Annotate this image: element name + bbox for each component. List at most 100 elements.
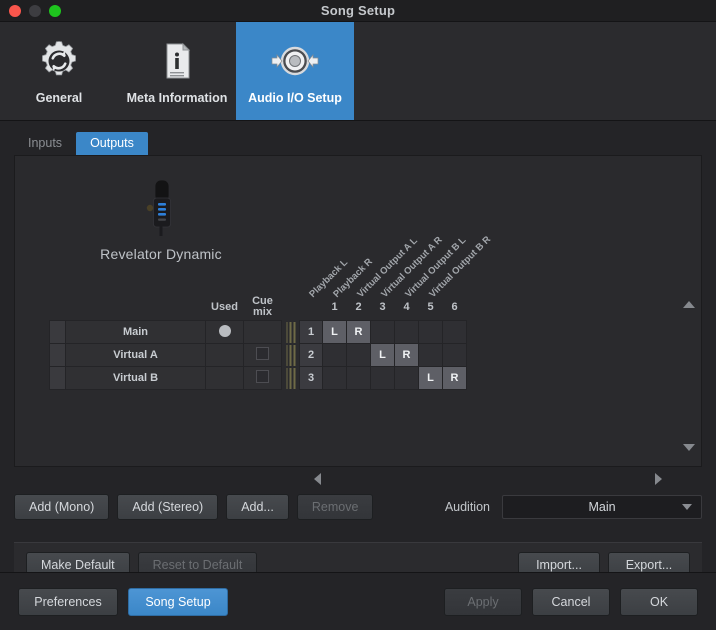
bus-number-virtual-a: 2 (299, 343, 323, 367)
audition-dropdown[interactable]: Main (502, 495, 702, 519)
toolbar-item-audio-io-setup[interactable]: Audio I/O Setup (236, 22, 354, 120)
content-body: Inputs Outputs Revelator Dynamic Playbac… (0, 121, 716, 542)
diagonal-headers: Playback L Playback R Virtual Output A L… (305, 168, 565, 300)
row-drag-handle[interactable] (49, 366, 66, 390)
audition-value: Main (588, 500, 616, 514)
microphone-icon (77, 178, 245, 238)
matrix-cell-r1c0[interactable] (322, 343, 347, 367)
toolbar-item-meta-information-label: Meta Information (126, 90, 228, 105)
used-indicator-virtual-a (205, 343, 244, 367)
table-row[interactable]: Virtual A 2 L R (49, 343, 467, 367)
device-name: Revelator Dynamic (100, 246, 222, 262)
footer-bar: Preferences Song Setup Apply Cancel OK (0, 572, 716, 630)
channel-number-4: 4 (403, 300, 410, 313)
matrix-cell-r2c0[interactable] (322, 366, 347, 390)
title-bar: Song Setup (0, 0, 716, 22)
toolbar-item-general-label: General (35, 90, 83, 105)
toolbar-item-general[interactable]: General (0, 22, 118, 120)
song-setup-button[interactable]: Song Setup (128, 587, 228, 616)
matrix-cell-r1c1[interactable] (346, 343, 371, 367)
bus-number-main: 1 (299, 320, 323, 344)
toolbar-item-meta-information[interactable]: Meta Information (118, 22, 236, 120)
bus-name-virtual-a[interactable]: Virtual A (65, 343, 206, 367)
cue-mix-checkbox-virtual-b[interactable] (243, 366, 282, 390)
add-more-button[interactable]: Add... (226, 494, 289, 520)
matrix-cell-r1c5[interactable] (442, 343, 467, 367)
zoom-button[interactable] (49, 4, 61, 17)
bus-number-virtual-b: 3 (299, 366, 323, 390)
add-mono-button[interactable]: Add (Mono) (14, 494, 110, 520)
matrix-cell-r0c4[interactable] (418, 320, 443, 344)
matrix-separator (282, 321, 300, 344)
scroll-left-icon[interactable] (314, 473, 321, 485)
cue-mix-line2: mix (253, 306, 272, 318)
tab-outputs[interactable]: Outputs (76, 132, 148, 155)
row-drag-handle[interactable] (49, 343, 66, 367)
matrix-cell-r1c3[interactable]: R (394, 343, 419, 367)
window-title: Song Setup (320, 3, 396, 18)
row-drag-handle[interactable] (49, 320, 66, 344)
checkbox-icon[interactable] (256, 370, 269, 383)
matrix-cell-r1c2[interactable]: L (370, 343, 395, 367)
remove-button: Remove (296, 494, 374, 520)
channel-number-6: 6 (451, 300, 458, 313)
routing-panel: Revelator Dynamic Playback L Playback R … (14, 155, 702, 467)
channel-number-3: 3 (379, 300, 386, 313)
matrix-cell-r2c4[interactable]: L (418, 366, 443, 390)
column-header-used: Used (211, 300, 238, 313)
matrix-cell-r2c1[interactable] (346, 366, 371, 390)
routing-matrix: Used Cue mix 1 2 3 4 5 6 Main 1 L R Virt… (49, 296, 467, 390)
scroll-down-icon[interactable] (683, 444, 695, 451)
audition-label: Audition (444, 500, 490, 514)
channel-number-2: 2 (355, 300, 362, 313)
bus-name-virtual-b[interactable]: Virtual B (65, 366, 206, 390)
used-indicator-main (205, 320, 244, 344)
action-row: Add (Mono) Add (Stereo) Add... Remove Au… (14, 492, 702, 522)
close-button[interactable] (9, 4, 21, 17)
document-info-icon (154, 38, 200, 84)
bus-name-main[interactable]: Main (65, 320, 206, 344)
scroll-up-icon[interactable] (683, 301, 695, 308)
cue-mix-cell-main (243, 320, 282, 344)
tab-inputs[interactable]: Inputs (14, 132, 76, 155)
add-stereo-button[interactable]: Add (Stereo) (117, 494, 219, 520)
used-indicator-virtual-b (205, 366, 244, 390)
ok-button[interactable]: OK (620, 587, 698, 616)
scroll-right-icon[interactable] (655, 473, 662, 485)
matrix-cell-r0c5[interactable] (442, 320, 467, 344)
apply-button: Apply (444, 587, 522, 616)
used-dot-icon (218, 324, 231, 337)
matrix-separator (282, 367, 300, 390)
matrix-separator (282, 344, 300, 367)
matrix-cell-r0c0[interactable]: L (322, 320, 347, 344)
horizontal-scroll-controls[interactable] (14, 468, 702, 490)
song-setup-window: Song Setup General Meta Information Audi… (0, 0, 716, 630)
tab-bar: Inputs Outputs (14, 131, 702, 155)
toolbar-item-audio-io-setup-label: Audio I/O Setup (248, 90, 342, 105)
matrix-cell-r1c4[interactable] (418, 343, 443, 367)
minimize-button[interactable] (29, 4, 41, 17)
channel-number-1: 1 (331, 300, 338, 313)
device-block: Revelator Dynamic (77, 178, 245, 262)
chevron-down-icon (682, 504, 692, 510)
window-controls (0, 4, 61, 17)
toolbar: General Meta Information Audio I/O Setup (0, 22, 716, 121)
audio-io-speaker-icon (269, 38, 321, 84)
matrix-cell-r0c2[interactable] (370, 320, 395, 344)
cue-mix-checkbox-virtual-a[interactable] (243, 343, 282, 367)
matrix-cell-r2c2[interactable] (370, 366, 395, 390)
matrix-header-row: Used Cue mix 1 2 3 4 5 6 (50, 296, 467, 321)
matrix-cell-r2c5[interactable]: R (442, 366, 467, 390)
vertical-scroll-controls[interactable] (681, 301, 697, 451)
cancel-button[interactable]: Cancel (532, 587, 610, 616)
gear-refresh-icon (36, 38, 82, 84)
matrix-cell-r0c1[interactable]: R (346, 320, 371, 344)
checkbox-icon[interactable] (256, 347, 269, 360)
matrix-cell-r0c3[interactable] (394, 320, 419, 344)
column-header-cue-mix: Cue mix (244, 296, 282, 321)
table-row[interactable]: Virtual B 3 L R (49, 366, 467, 390)
channel-number-5: 5 (427, 300, 434, 313)
matrix-cell-r2c3[interactable] (394, 366, 419, 390)
preferences-button[interactable]: Preferences (18, 587, 118, 616)
table-row[interactable]: Main 1 L R (49, 320, 467, 344)
